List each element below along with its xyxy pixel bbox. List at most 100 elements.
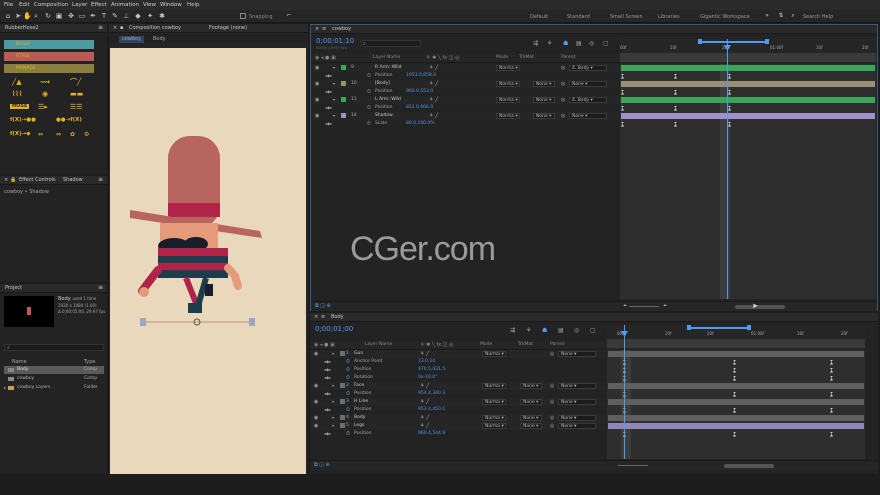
hose-label-icon[interactable]: HOSE: [10, 104, 30, 109]
breadcrumb-cowboy[interactable]: cowboy: [119, 36, 145, 43]
horizontal-scrollbar[interactable]: [735, 305, 785, 309]
fx-merge-icon[interactable]: ●●⇢f(X): [56, 117, 82, 124]
camera-tool-icon[interactable]: ▣: [55, 12, 63, 20]
menu-file[interactable]: File: [4, 2, 13, 8]
parent-dropdown[interactable]: None ▾: [558, 415, 596, 421]
expand-arrow-icon[interactable]: ▾: [332, 422, 334, 430]
draft-3d-icon[interactable]: ⚘: [547, 41, 552, 47]
zoom-in-icon[interactable]: ⏶: [663, 304, 667, 309]
layer-duration-bar[interactable]: [608, 423, 864, 429]
parent-dropdown[interactable]: 4. Body ▾: [569, 65, 607, 71]
settings-icon[interactable]: ✿: [70, 132, 75, 138]
home-icon[interactable]: ⌂: [4, 12, 12, 20]
puppet-tool-icon[interactable]: ✱: [158, 12, 166, 20]
property-value[interactable]: 954.4,340.3: [418, 390, 445, 398]
stopwatch-icon[interactable]: ⏱: [367, 120, 371, 128]
tab-composition[interactable]: Composition cowboy: [129, 26, 181, 31]
search-icon[interactable]: ⌕: [789, 12, 797, 20]
layer-name[interactable]: L Arm::Wild: [375, 96, 401, 104]
horizontal-scrollbar[interactable]: [724, 464, 774, 468]
layer-duration-bar[interactable]: [621, 81, 875, 87]
mode-dropdown[interactable]: Norma ▾: [482, 415, 506, 421]
keyframe-nav-icon[interactable]: ◂◆▸: [325, 72, 332, 80]
close-icon[interactable]: ×: [314, 315, 318, 320]
workspace-default[interactable]: Default: [530, 14, 548, 20]
comp-mini-flowchart-icon[interactable]: ⇶: [510, 328, 515, 334]
close-icon[interactable]: ×: [4, 178, 8, 183]
sync-icon[interactable]: ⇅: [777, 12, 785, 20]
visibility-eye-icon[interactable]: ◉: [314, 414, 318, 422]
zoom-slider[interactable]: [629, 306, 659, 307]
visibility-eye-icon[interactable]: ◉: [315, 112, 319, 120]
visibility-eye-icon[interactable]: ◉: [314, 350, 318, 358]
column-mode[interactable]: Mode: [496, 55, 508, 61]
stopwatch-icon[interactable]: ⏱: [367, 88, 371, 96]
close-icon[interactable]: ×: [113, 26, 117, 31]
parent-dropdown[interactable]: None ▾: [558, 351, 596, 357]
workspace-libraries[interactable]: Libraries: [658, 14, 680, 20]
tab-footage[interactable]: Footage (none): [209, 26, 247, 31]
menu-composition[interactable]: Composition: [34, 2, 68, 8]
layer-name[interactable]: Legs: [354, 422, 364, 430]
gear-icon[interactable]: ⚙: [84, 132, 89, 138]
expand-arrow-icon[interactable]: ▾: [333, 96, 335, 104]
eraser-tool-icon[interactable]: ◆: [134, 12, 142, 20]
trkmat-dropdown[interactable]: None ▾: [520, 415, 542, 421]
layer-name[interactable]: H Line: [354, 398, 368, 406]
mode-dropdown[interactable]: Norma ▾: [482, 383, 506, 389]
layer-row[interactable]: ◉ ▾ 14 Shadow ⚘ ╱ Norma ▾ None ▾ ◎ None ▾: [311, 112, 619, 120]
column-parent[interactable]: Parent: [561, 55, 575, 61]
mode-dropdown[interactable]: Norma ▾: [482, 399, 506, 405]
layer-switches-icon[interactable]: ⚘ ╱: [420, 414, 429, 422]
expand-arrow-icon[interactable]: ▾: [332, 382, 334, 390]
layer-name[interactable]: Shadow: [375, 112, 393, 120]
stopwatch-icon[interactable]: ⏱: [346, 430, 350, 438]
trkmat-dropdown[interactable]: None ▾: [533, 81, 555, 87]
selection-tool-icon[interactable]: ➤: [14, 12, 22, 20]
manage-button[interactable]: MANAGE: [4, 64, 94, 73]
column-layer-name[interactable]: Layer Name: [373, 55, 400, 61]
work-area-end-handle[interactable]: [765, 39, 769, 44]
visibility-eye-icon[interactable]: ◉: [315, 64, 319, 72]
layer-switches-icon[interactable]: ⚘ ╱: [420, 350, 429, 358]
loop-icon[interactable]: ◉: [42, 91, 48, 98]
layer-search-input[interactable]: ⌕: [361, 40, 421, 47]
column-trkmat[interactable]: TrkMat: [519, 55, 534, 61]
keyframe-nav-icon[interactable]: ◂◆▸: [324, 358, 331, 366]
work-area-start-handle[interactable]: [687, 325, 691, 330]
layer-duration-bar[interactable]: [608, 351, 864, 357]
shadow-handle-right[interactable]: [249, 318, 255, 326]
mode-dropdown[interactable]: Norma ▾: [496, 97, 520, 103]
project-item[interactable]: cowboy Comp: [4, 375, 104, 383]
align-icon[interactable]: ☰☰: [70, 104, 83, 111]
pen-tool-icon[interactable]: ✒: [89, 12, 97, 20]
property-value[interactable]: 852.0,666.0: [406, 104, 433, 112]
label-color[interactable]: [340, 423, 345, 428]
zoom-tool-icon[interactable]: ⌕: [32, 12, 40, 20]
trkmat-dropdown[interactable]: None ▾: [533, 97, 555, 103]
clone-tool-icon[interactable]: ⊥: [122, 12, 130, 20]
pickwhip-icon[interactable]: ◎: [550, 422, 554, 430]
expand-arrow-icon[interactable]: ▾: [332, 398, 334, 406]
property-value[interactable]: 960.4,544.9: [418, 430, 445, 438]
visibility-eye-icon[interactable]: ◉: [314, 382, 318, 390]
breadcrumb-body[interactable]: Body: [153, 37, 166, 42]
property-value[interactable]: 960.0,553.0: [406, 88, 433, 96]
layer-duration-bar[interactable]: [621, 113, 875, 119]
keyframe-nav-icon[interactable]: ◂◆▸: [324, 430, 331, 438]
column-mode[interactable]: Mode: [480, 342, 492, 348]
work-area-start-handle[interactable]: [698, 39, 702, 44]
layer-switches-icon[interactable]: ⚘ ╱: [429, 112, 438, 120]
build-button[interactable]: BUILD: [4, 40, 94, 49]
type-tool-icon[interactable]: T: [100, 12, 108, 20]
close-icon[interactable]: ×: [315, 27, 319, 32]
draft-3d-icon[interactable]: ⚘: [526, 328, 531, 334]
parent-dropdown[interactable]: None ▾: [558, 423, 596, 429]
toggle-switches-icon[interactable]: ⧉ ◲ ⊕: [314, 463, 330, 468]
menu-view[interactable]: View: [143, 2, 156, 8]
frame-blending-icon[interactable]: ▤: [558, 328, 564, 334]
trkmat-dropdown[interactable]: None ▾: [520, 383, 542, 389]
stopwatch-icon[interactable]: ⏱: [367, 72, 371, 80]
mode-dropdown[interactable]: Norma ▾: [482, 351, 506, 357]
motion-blur-icon[interactable]: ◎: [589, 41, 594, 47]
